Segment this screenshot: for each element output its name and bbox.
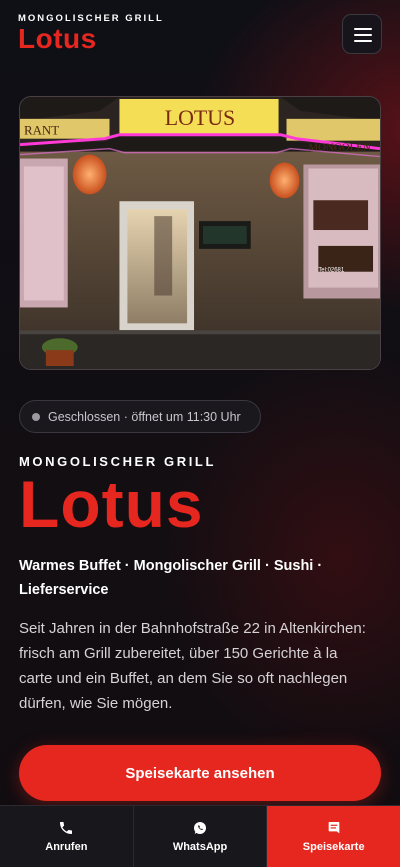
fascia-left-text: RANT <box>24 123 59 138</box>
status-text: Geschlossen · öffnet um 11:30 Uhr <box>48 409 241 424</box>
view-menu-button[interactable]: Speisekarte ansehen <box>19 745 381 801</box>
lantern-right-icon <box>269 162 300 199</box>
fascia-right-text: MONGOLEN <box>308 142 371 154</box>
tagline: Warmes Buffet · Mongolischer Grill · Sus… <box>19 558 323 598</box>
whatsapp-label: WhatsApp <box>172 841 228 853</box>
lantern-left-icon <box>72 154 107 195</box>
storefront-illustration: LOTUS RANT MONGOLEN Tel:02681 <box>20 97 380 369</box>
menu-card-button[interactable]: Speisekarte <box>267 806 400 867</box>
whatsapp-icon <box>194 822 206 834</box>
bottom-nav: Anrufen WhatsApp Speisekarte <box>0 805 400 867</box>
phone-icon <box>60 822 73 834</box>
site-header: MONGOLISCHER GRILL Lotus <box>18 12 382 60</box>
restaurant-photo: LOTUS RANT MONGOLEN Tel:02681 <box>19 96 381 370</box>
sign-text: LOTUS <box>165 106 235 130</box>
whatsapp-button[interactable]: WhatsApp <box>134 806 268 867</box>
status-dot-icon <box>32 412 40 421</box>
window-sign-text: Tel:02681 <box>318 268 345 274</box>
menu-book-icon <box>328 822 340 834</box>
hamburger-icon-bar <box>354 40 372 42</box>
hamburger-icon-bar <box>354 34 372 36</box>
hamburger-icon <box>354 28 372 30</box>
menu-button[interactable] <box>342 14 382 54</box>
brand-logo[interactable]: Lotus <box>18 24 97 54</box>
menu-card-label: Speisekarte <box>302 841 365 853</box>
call-button[interactable]: Anrufen <box>0 806 134 867</box>
description: Seit Jahren in der Bahnhofstraße 22 in A… <box>19 620 366 712</box>
call-label: Anrufen <box>45 841 88 853</box>
opening-status-badge: Geschlossen · öffnet um 11:30 Uhr <box>19 400 261 433</box>
page-title: Lotus <box>19 467 204 541</box>
